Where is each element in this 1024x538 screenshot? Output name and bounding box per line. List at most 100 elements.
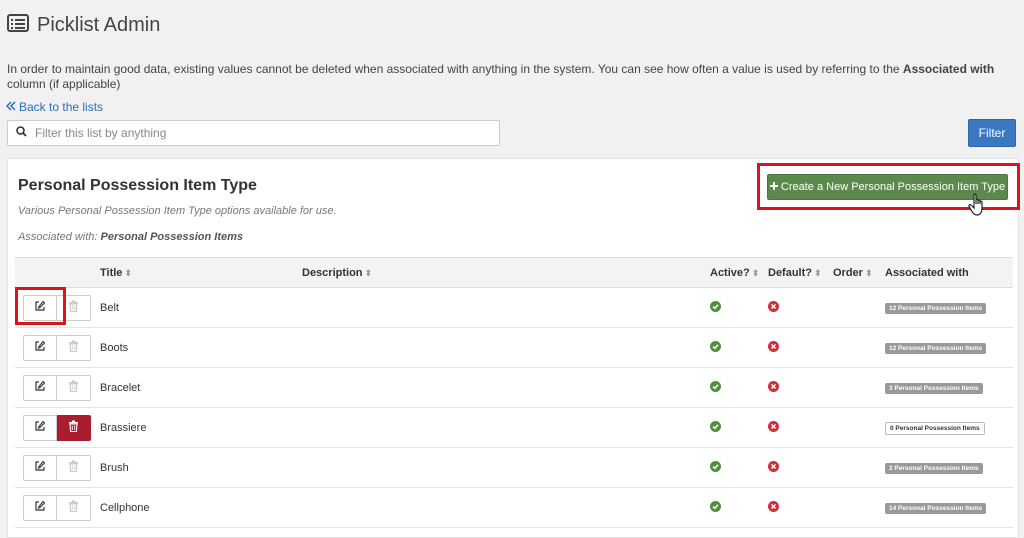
header-order[interactable]: Order ⬍ [833, 257, 885, 288]
row-title: Brush [100, 447, 302, 488]
back-link-label: Back to the lists [19, 100, 104, 114]
x-circle-icon [768, 380, 779, 392]
row-associated: 14 Personal Possession Items [885, 487, 1013, 528]
header-default[interactable]: Default? ⬍ [768, 257, 833, 288]
hand-pointer-cursor-icon [968, 193, 988, 222]
row-default [768, 487, 833, 528]
row-description [302, 367, 710, 408]
edit-icon [34, 420, 46, 435]
panel-associated: Associated with: Personal Possession Ite… [18, 231, 243, 243]
associated-badge: 12 Personal Possession Items [885, 303, 987, 314]
intro-text: In order to maintain good data, existing… [7, 62, 1012, 92]
edit-button-highlight [15, 286, 66, 325]
header-description[interactable]: Description ⬍ [302, 257, 710, 288]
check-circle-icon [710, 380, 721, 392]
header-active-label: Active? [710, 266, 750, 279]
sort-icon: ⬍ [751, 267, 760, 278]
panel-description: Various Personal Possession Item Type op… [18, 205, 337, 217]
row-description [302, 287, 710, 328]
trash-icon [68, 420, 79, 435]
edit-button[interactable] [23, 494, 57, 521]
row-order [833, 407, 885, 448]
row-default [768, 447, 833, 488]
trash-icon [68, 340, 79, 355]
header-associated-label: Associated with [885, 266, 969, 279]
delete-button [57, 334, 91, 361]
table-row: Brassiere 0 Personal Possession Items [15, 407, 1013, 448]
row-active [710, 487, 768, 528]
filter-field[interactable] [7, 120, 500, 146]
table-row: Belt 12 Personal Possession Items [15, 286, 1013, 328]
row-title: Cellphone [100, 487, 302, 528]
edit-icon [34, 460, 46, 475]
row-default [768, 367, 833, 408]
associated-badge: 14 Personal Possession Items [885, 503, 987, 514]
x-circle-icon [768, 420, 779, 432]
header-description-label: Description [302, 266, 363, 279]
back-link[interactable]: Back to the lists [5, 100, 104, 114]
header-default-label: Default? [768, 266, 812, 279]
sort-icon: ⬍ [814, 267, 822, 278]
header-active[interactable]: Active? ⬍ [710, 257, 768, 288]
check-circle-icon [710, 340, 721, 352]
filter-button[interactable]: Filter [968, 119, 1016, 147]
row-order [833, 287, 885, 328]
double-chevron-left-icon [5, 100, 16, 114]
trash-icon [68, 380, 79, 395]
row-actions [15, 414, 100, 441]
delete-button [57, 494, 91, 521]
row-order [833, 367, 885, 408]
sort-icon: ⬍ [864, 267, 873, 278]
row-associated: 12 Personal Possession Items [885, 327, 1013, 368]
delete-button[interactable] [57, 414, 91, 441]
header-title[interactable]: Title ⬍ [100, 257, 302, 288]
edit-button[interactable] [23, 334, 57, 361]
filter-input[interactable] [33, 125, 499, 141]
check-circle-icon [710, 420, 721, 432]
check-circle-icon [710, 460, 721, 472]
row-title: Bracelet [100, 367, 302, 408]
header-actions [15, 257, 100, 288]
header-associated: Associated with [885, 257, 1013, 288]
row-description [302, 447, 710, 488]
edit-icon [34, 380, 46, 395]
row-order [833, 487, 885, 528]
associated-badge: 2 Personal Possession Items [885, 463, 983, 474]
row-title: Brassiere [100, 407, 302, 448]
page-title: Picklist Admin [37, 14, 161, 36]
row-actions [15, 374, 100, 401]
edit-icon [34, 500, 46, 515]
picklist-table: Title ⬍ Description ⬍ Active? ⬍ Default? ⬍ O… [15, 257, 1013, 528]
edit-button[interactable] [23, 454, 57, 481]
delete-button [57, 454, 91, 481]
table-row: Bracelet 3 Personal Possession Items [15, 367, 1013, 408]
row-active [710, 287, 768, 328]
row-default [768, 407, 833, 448]
edit-button[interactable] [23, 374, 57, 401]
table-body: Belt 12 Personal Possession Items Boots 12 … [15, 286, 1013, 528]
table-header-row: Title ⬍ Description ⬍ Active? ⬍ Default? ⬍ O… [15, 257, 1013, 288]
row-description [302, 487, 710, 528]
x-circle-icon [768, 300, 779, 312]
x-circle-icon [768, 500, 779, 512]
create-new-button-label: Create a New Personal Possession Item Ty… [780, 181, 1006, 193]
row-default [768, 287, 833, 328]
row-associated: 2 Personal Possession Items [885, 447, 1013, 488]
row-description [302, 327, 710, 368]
edit-button[interactable] [23, 414, 57, 441]
page-header: Picklist Admin [7, 14, 160, 37]
picklist-panel: Personal Possession Item Type Various Pe… [7, 158, 1020, 538]
intro-text-body: In order to maintain good data, existing… [7, 62, 903, 76]
check-circle-icon [710, 500, 721, 512]
intro-text-suffix: column (if applicable) [7, 77, 121, 91]
sort-icon: ⬍ [364, 267, 373, 278]
table-row: Brush 2 Personal Possession Items [15, 447, 1013, 488]
row-active [710, 327, 768, 368]
row-active [710, 407, 768, 448]
sort-icon: ⬍ [124, 267, 132, 278]
row-order [833, 447, 885, 488]
row-actions [15, 334, 100, 361]
associated-badge: 0 Personal Possession Items [885, 421, 985, 435]
row-actions [15, 286, 100, 325]
intro-text-bold: Associated with [902, 62, 995, 76]
